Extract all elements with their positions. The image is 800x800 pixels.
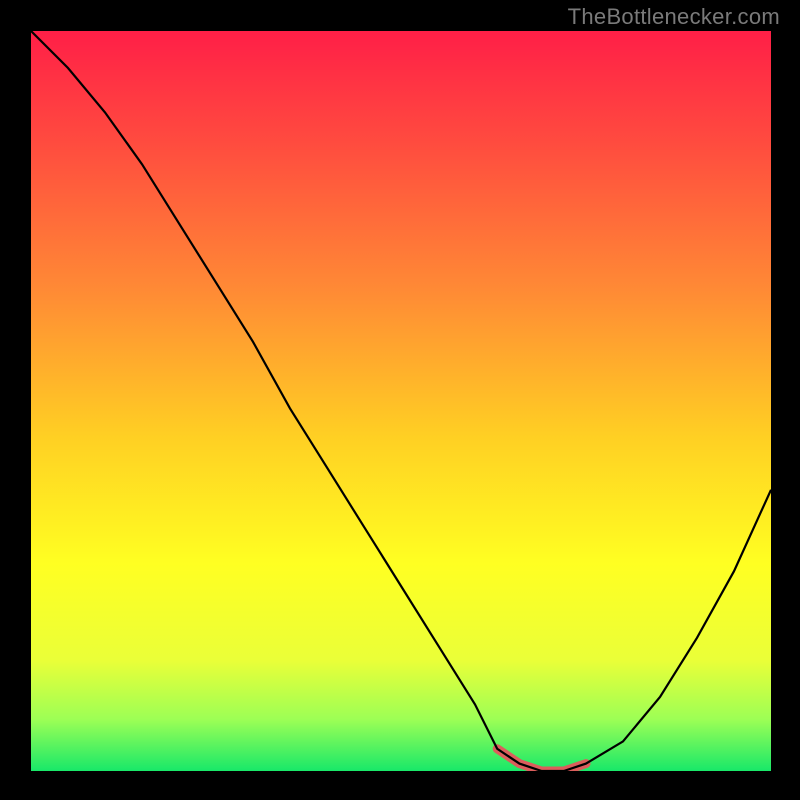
chart-frame: TheBottlenecker.com — [0, 0, 800, 800]
main-curve — [31, 31, 771, 771]
plot-area — [30, 30, 772, 772]
watermark-text: TheBottlenecker.com — [568, 4, 780, 30]
plot-curves — [31, 31, 771, 771]
